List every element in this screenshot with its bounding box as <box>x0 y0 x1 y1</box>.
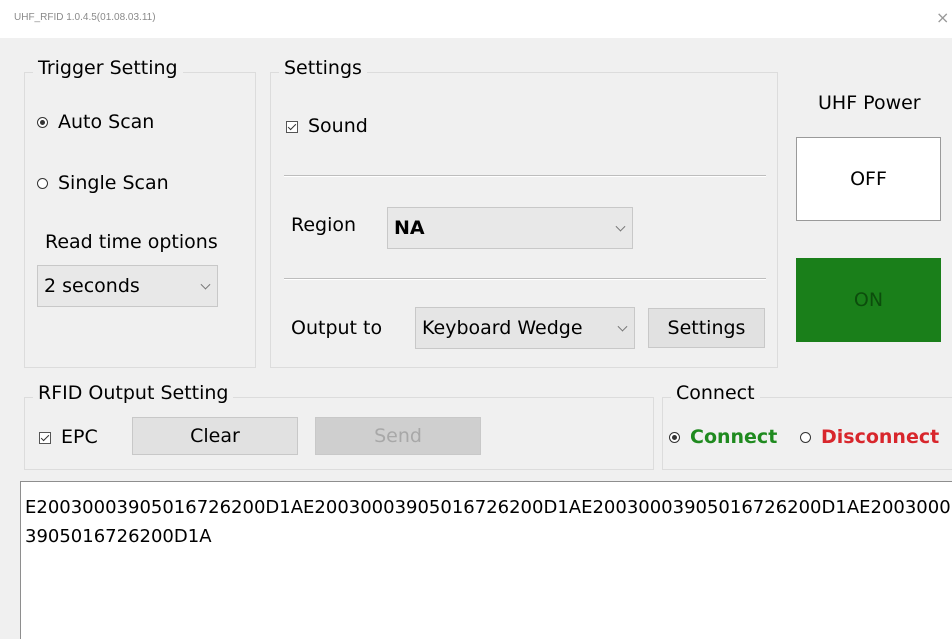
chevron-down-icon <box>615 221 626 232</box>
power-off-button[interactable]: OFF <box>796 137 941 221</box>
settings-legend: Settings <box>279 57 367 79</box>
disconnect-radio-icon <box>800 432 811 443</box>
output-to-label: Output to <box>291 317 383 339</box>
read-time-value: 2 seconds <box>44 275 140 297</box>
settings-divider-1 <box>284 175 766 177</box>
rfid-output-legend: RFID Output Setting <box>33 382 234 404</box>
connect-radio[interactable]: Connect <box>669 426 777 448</box>
output-to-select[interactable]: Keyboard Wedge <box>415 307 635 349</box>
read-time-label: Read time options <box>45 231 218 253</box>
single-scan-label: Single Scan <box>58 172 169 194</box>
epc-checkbox-icon <box>39 431 51 444</box>
region-value: NA <box>394 217 425 239</box>
auto-scan-radio-icon <box>37 117 48 128</box>
epc-checkbox[interactable]: EPC <box>39 426 98 448</box>
single-scan-radio-icon <box>37 178 48 189</box>
uhf-power-title: UHF Power <box>818 92 921 114</box>
window-title: UHF_RFID 1.0.4.5(01.08.03.11) <box>14 12 156 23</box>
output-settings-button[interactable]: Settings <box>648 308 765 348</box>
trigger-setting-legend: Trigger Setting <box>33 57 183 79</box>
auto-scan-radio[interactable]: Auto Scan <box>37 111 154 133</box>
rfid-output-textarea[interactable]: E20030003905016726200D1AE200300039050167… <box>20 481 952 639</box>
single-scan-radio[interactable]: Single Scan <box>37 172 169 194</box>
connect-radio-icon <box>669 432 680 443</box>
sound-checkbox[interactable]: Sound <box>286 115 368 137</box>
auto-scan-label: Auto Scan <box>58 111 155 133</box>
read-time-select[interactable]: 2 seconds <box>37 265 218 307</box>
sound-label: Sound <box>308 115 368 137</box>
clear-button[interactable]: Clear <box>132 417 298 455</box>
sound-checkbox-icon <box>286 120 298 133</box>
close-icon[interactable]: × <box>936 8 949 27</box>
title-bar: UHF_RFID 1.0.4.5(01.08.03.11) × <box>0 0 952 38</box>
region-label: Region <box>291 214 357 236</box>
region-select[interactable]: NA <box>387 207 633 249</box>
send-button[interactable]: Send <box>315 417 481 455</box>
settings-divider-2 <box>284 278 766 280</box>
disconnect-label: Disconnect <box>821 426 940 448</box>
output-to-value: Keyboard Wedge <box>422 317 583 339</box>
connect-label: Connect <box>690 426 778 448</box>
disconnect-radio[interactable]: Disconnect <box>800 426 939 448</box>
connect-legend: Connect <box>671 382 760 404</box>
chevron-down-icon <box>200 279 211 290</box>
power-on-button[interactable]: ON <box>796 258 941 342</box>
chevron-down-icon <box>617 321 628 332</box>
epc-label: EPC <box>61 426 98 448</box>
